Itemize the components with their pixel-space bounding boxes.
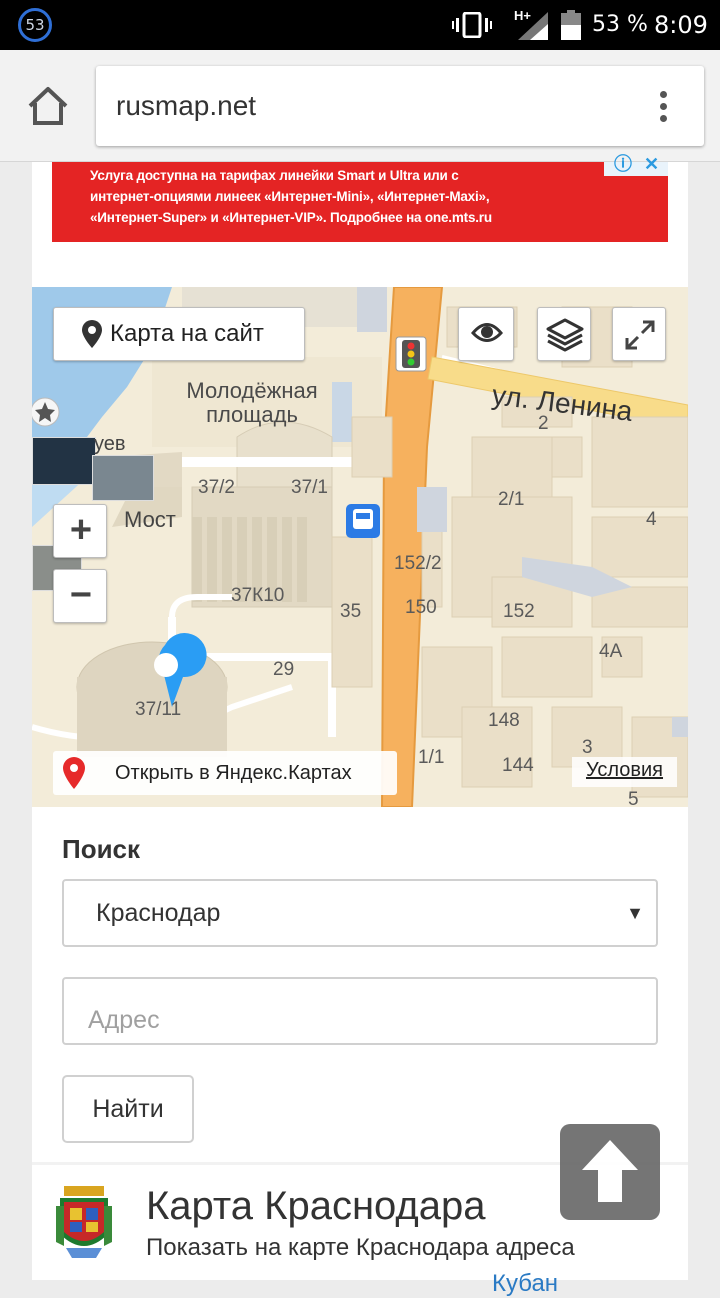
layers-icon bbox=[546, 318, 584, 352]
house-number: 35 bbox=[340, 601, 362, 622]
network-type: H+ bbox=[514, 8, 531, 23]
arrow-up-icon bbox=[582, 1140, 638, 1202]
card-description: Показать на карте Краснодара адреса bbox=[146, 1234, 575, 1261]
ad-close-icon[interactable]: ✕ bbox=[644, 154, 659, 175]
address-bar[interactable]: rusmap.net bbox=[96, 66, 704, 146]
battery-icon bbox=[561, 10, 581, 40]
ad-line: «Интернет-Super» и «Интернет-VIP». Подро… bbox=[90, 210, 492, 225]
krasnodar-coat-of-arms-icon bbox=[56, 1186, 112, 1258]
house-number: 29 bbox=[273, 659, 295, 680]
house-number: 148 bbox=[488, 710, 520, 731]
location-pin-icon bbox=[82, 320, 102, 348]
house-number: 37/2 bbox=[198, 477, 235, 498]
vibrate-icon bbox=[452, 12, 492, 38]
poi-photo[interactable] bbox=[32, 437, 96, 485]
house-number: 4 bbox=[646, 509, 657, 530]
city-select[interactable]: Краснодар ▼ bbox=[62, 879, 658, 947]
house-number: 37/1 bbox=[291, 477, 328, 498]
map-label-square: Молодёжная площадь bbox=[186, 378, 318, 427]
house-number: 3 bbox=[582, 737, 593, 758]
city-select-value: Краснодар bbox=[96, 899, 221, 927]
scroll-to-top-button[interactable] bbox=[560, 1124, 660, 1220]
minus-icon: − bbox=[69, 574, 93, 616]
overflow-menu-icon[interactable] bbox=[652, 88, 674, 128]
ad-controls: ⓘ ✕ bbox=[604, 154, 668, 176]
yandex-pin-icon bbox=[63, 757, 85, 789]
browser-toolbar: rusmap.net bbox=[0, 50, 720, 162]
yandex-map[interactable]: Молодёжная площадь ул. Ленина Мост уев 3… bbox=[32, 287, 688, 807]
ad-info-icon[interactable]: ⓘ bbox=[614, 154, 632, 175]
card-link-partial[interactable]: Кубан bbox=[492, 1270, 558, 1298]
poi-photo[interactable] bbox=[92, 455, 154, 501]
ad-line: интернет-опциями линеек «Интернет-Mini»,… bbox=[90, 189, 490, 204]
address-input[interactable] bbox=[62, 977, 658, 1045]
layers-button[interactable] bbox=[537, 307, 591, 361]
house-number: 152/2 bbox=[394, 553, 442, 574]
house-number: 2 bbox=[538, 413, 549, 434]
fullscreen-button[interactable] bbox=[612, 307, 666, 361]
status-bar: 53 H+ 53 % 8:09 bbox=[0, 0, 720, 50]
home-icon[interactable] bbox=[26, 84, 70, 128]
plus-icon: + bbox=[69, 509, 93, 551]
zoom-in-button[interactable]: + bbox=[53, 504, 107, 558]
map-label-partial: уев bbox=[94, 433, 126, 455]
signal-icon: H+ bbox=[514, 8, 550, 45]
open-in-yandex-link[interactable]: Открыть в Яндекс.Картах bbox=[53, 751, 397, 795]
map-label-most: Мост bbox=[124, 507, 176, 532]
open-in-yandex-label: Открыть в Яндекс.Картах bbox=[115, 762, 352, 784]
house-number: 1/1 bbox=[418, 747, 445, 768]
notification-badge: 53 bbox=[18, 8, 52, 42]
search-heading: Поиск bbox=[62, 834, 141, 864]
house-number: 4А bbox=[599, 641, 623, 662]
house-number: 37К10 bbox=[231, 585, 285, 606]
house-number: 5 bbox=[628, 789, 639, 807]
house-number: 152 bbox=[503, 601, 535, 622]
battery-percent: 53 % bbox=[592, 12, 648, 37]
eye-icon bbox=[471, 323, 503, 342]
find-button[interactable]: Найти bbox=[62, 1075, 194, 1143]
caret-down-icon: ▼ bbox=[626, 903, 644, 923]
expand-icon bbox=[625, 320, 655, 350]
house-number: 37/11 bbox=[135, 699, 182, 720]
house-number: 144 bbox=[502, 755, 534, 776]
panorama-button[interactable] bbox=[458, 307, 514, 361]
url-text: rusmap.net bbox=[116, 90, 257, 121]
house-number: 150 bbox=[405, 597, 437, 618]
ad-line: Услуга доступна на тарифах линейки Smart… bbox=[90, 168, 459, 183]
ad-banner[interactable]: Услуга доступна на тарифах линейки Smart… bbox=[52, 154, 668, 242]
map-on-site-label: Карта на сайт bbox=[110, 320, 264, 347]
zoom-out-button[interactable]: − bbox=[53, 569, 107, 623]
page-content: Услуга доступна на тарифах линейки Smart… bbox=[32, 154, 688, 1297]
map-on-site-button[interactable]: Карта на сайт bbox=[53, 307, 305, 361]
terms-link[interactable]: Условия bbox=[572, 757, 678, 787]
map-canvas bbox=[32, 287, 688, 807]
card-title[interactable]: Карта Краснодара bbox=[146, 1184, 485, 1229]
house-number: 2/1 bbox=[498, 489, 525, 510]
clock: 8:09 bbox=[654, 11, 708, 39]
